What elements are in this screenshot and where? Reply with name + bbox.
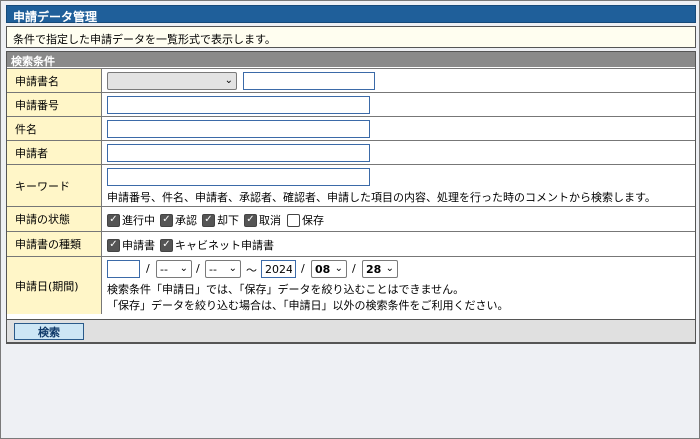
row-subject: 件名 [7,116,695,140]
chevron-down-icon: ⌄ [385,263,394,274]
app-number-input[interactable] [107,96,370,114]
row-date-range: 申請日(期間) / -- ⌄ / -- ⌄ ～ / 08 ⌄ [7,256,695,314]
status-checkbox-rejected[interactable]: ✓ 却下 [202,212,239,228]
label-form-type: 申請書の種類 [7,232,102,256]
keyword-hint: 申請番号、件名、申請者、承認者、確認者、申請した項目の内容、処理を行った時のコメ… [107,191,656,204]
label-applicant: 申請者 [7,141,102,164]
label-subject: 件名 [7,117,102,140]
status-checkbox-saved[interactable]: 保存 [287,212,324,228]
search-section-title: 検索条件 [7,52,695,68]
label-form-name: 申請書名 [7,69,102,92]
search-button[interactable]: 検索 [14,323,84,340]
form-type-checkbox-application[interactable]: ✓ 申請書 [107,237,155,253]
checkbox-checked-icon: ✓ [244,213,257,227]
status-checkbox-in-progress[interactable]: ✓ 進行中 [107,212,155,228]
chevron-down-icon: ⌄ [334,263,343,274]
subject-input[interactable] [107,120,370,138]
to-year-input[interactable] [261,260,296,278]
checkbox-checked-icon: ✓ [107,238,120,252]
row-applicant: 申請者 [7,140,695,164]
checkbox-checked-icon: ✓ [160,213,173,227]
search-panel: 検索条件 申請書名 ⌄ 申請番号 件名 申請者 キーワード 申請番号、件名、申請… [6,51,696,344]
row-app-number: 申請番号 [7,92,695,116]
keyword-input[interactable] [107,168,370,186]
chevron-down-icon: ⌄ [179,263,188,274]
row-form-type: 申請書の種類 ✓ 申請書 ✓ キャビネット申請書 [7,231,695,256]
applicant-input[interactable] [107,144,370,162]
date-note-1: 検索条件「申請日」では、「保存」データを絞り込むことはできません。 [107,283,465,296]
to-month-select[interactable]: 08 ⌄ [311,260,347,278]
row-keyword: キーワード 申請番号、件名、申請者、承認者、確認者、申請した項目の内容、処理を行… [7,164,695,206]
label-keyword: キーワード [7,165,102,206]
checkbox-checked-icon: ✓ [160,238,173,252]
form-type-checkbox-cabinet[interactable]: ✓ キャビネット申請書 [160,237,274,253]
status-checkbox-cancelled[interactable]: ✓ 取消 [244,212,281,228]
from-year-input[interactable] [107,260,140,278]
checkbox-unchecked-icon [287,213,300,227]
chevron-down-icon: ⌄ [228,263,237,274]
checkbox-checked-icon: ✓ [202,213,215,227]
search-footer: 検索 [6,319,696,343]
label-date-range: 申請日(期間) [7,257,102,314]
window: 申請データ管理 条件で指定した申請データを一覧形式で表示します。 検索条件 申請… [0,0,700,439]
to-day-select[interactable]: 28 ⌄ [362,260,398,278]
checkbox-checked-icon: ✓ [107,213,120,227]
label-status: 申請の状態 [7,207,102,231]
form-name-input[interactable] [243,72,375,90]
chevron-down-icon: ⌄ [224,75,233,86]
from-month-select[interactable]: -- ⌄ [156,260,192,278]
row-status: 申請の状態 ✓ 進行中 ✓ 承認 ✓ 却下 ✓ 取消 保存 [7,206,695,231]
from-day-select[interactable]: -- ⌄ [205,260,241,278]
page-title: 申請データ管理 [6,5,696,24]
page-description: 条件で指定した申請データを一覧形式で表示します。 [6,26,696,48]
date-note-2: 「保存」データを絞り込む場合は、「申請日」以外の検索条件をご利用ください。 [107,299,509,312]
status-checkbox-approved[interactable]: ✓ 承認 [160,212,197,228]
row-form-name: 申請書名 ⌄ [7,68,695,92]
label-app-number: 申請番号 [7,93,102,116]
form-name-select[interactable]: ⌄ [107,72,237,90]
